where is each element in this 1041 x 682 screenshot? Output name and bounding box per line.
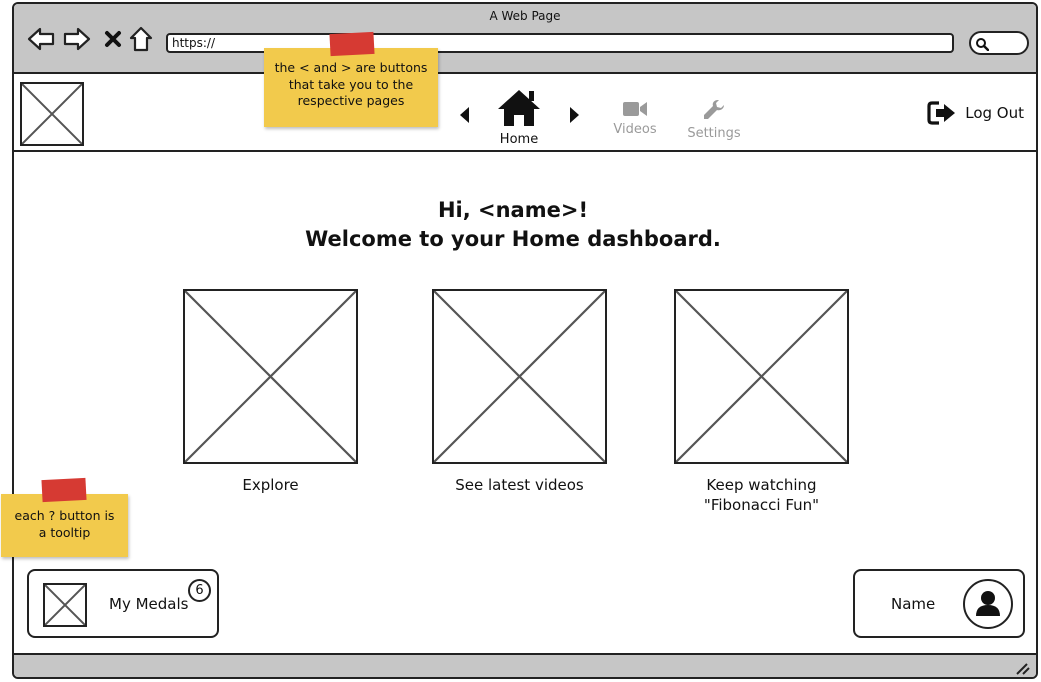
profile-button[interactable]: Name	[853, 569, 1025, 638]
card-caption: Keep watching "Fibonacci Fun"	[703, 476, 820, 514]
nav-item-label: Videos	[613, 122, 657, 137]
window-title: A Web Page	[489, 9, 561, 23]
browser-search-field[interactable]	[969, 31, 1029, 55]
wrench-icon	[704, 100, 724, 119]
sign-out-icon	[927, 101, 956, 125]
logo-placeholder-image	[20, 82, 84, 146]
sticky-note-nav: the < and > are buttons that take you to…	[264, 48, 438, 127]
nav-item-label: Home	[499, 132, 539, 147]
video-camera-icon	[623, 102, 647, 116]
home-outline-icon[interactable]	[128, 24, 154, 54]
caret-left-icon	[460, 107, 469, 123]
back-arrow-icon[interactable]	[26, 24, 56, 54]
card-explore[interactable]: Explore	[183, 289, 358, 495]
caret-right-icon	[570, 107, 579, 123]
placeholder-image	[674, 289, 849, 464]
browser-titlebar: A Web Page https://	[14, 4, 1036, 74]
tape-decoration	[41, 477, 87, 503]
logout-label: Log Out	[965, 104, 1024, 122]
card-keep-watching[interactable]: Keep watching "Fibonacci Fun"	[674, 289, 849, 515]
site-header: Home Videos Settings Log Out	[14, 74, 1036, 152]
my-medals-button[interactable]: My Medals 6	[27, 569, 219, 638]
search-icon	[976, 38, 989, 51]
placeholder-image	[432, 289, 607, 464]
nav-item-videos[interactable]: Videos	[610, 100, 660, 137]
sticky-note-text: each ? button is a tooltip	[14, 508, 115, 540]
sticky-note-text: the < and > are buttons that take you to…	[274, 60, 428, 108]
welcome-heading: Hi, <name>! Welcome to your Home dashboa…	[14, 196, 1024, 254]
close-x-icon[interactable]	[102, 24, 124, 54]
card-latest-videos[interactable]: See latest videos	[432, 289, 607, 495]
logout-button[interactable]: Log Out	[927, 100, 1024, 126]
nav-item-settings[interactable]: Settings	[686, 98, 742, 141]
sticky-note-tooltip: each ? button is a tooltip	[1, 494, 128, 557]
browser-statusbar	[14, 653, 1036, 677]
forward-arrow-icon[interactable]	[62, 24, 92, 54]
home-icon	[498, 90, 540, 126]
resize-grip-icon[interactable]	[1014, 661, 1030, 675]
greeting-line-1: Hi, <name>!	[437, 198, 589, 222]
avatar	[963, 579, 1013, 629]
medals-count-badge: 6	[188, 579, 211, 602]
nav-next-button[interactable]	[565, 104, 585, 126]
nav-prev-button[interactable]	[454, 104, 474, 126]
medal-placeholder-image	[43, 583, 87, 627]
nav-item-home[interactable]: Home	[494, 88, 544, 147]
card-caption: See latest videos	[455, 476, 584, 494]
user-icon	[976, 591, 1000, 616]
medals-label: My Medals	[109, 595, 189, 613]
profile-name-label: Name	[891, 595, 936, 613]
placeholder-image	[183, 289, 358, 464]
nav-item-label: Settings	[687, 126, 741, 141]
tape-decoration	[329, 31, 375, 57]
card-caption: Explore	[242, 476, 299, 494]
greeting-line-2: Welcome to your Home dashboard.	[305, 227, 721, 251]
